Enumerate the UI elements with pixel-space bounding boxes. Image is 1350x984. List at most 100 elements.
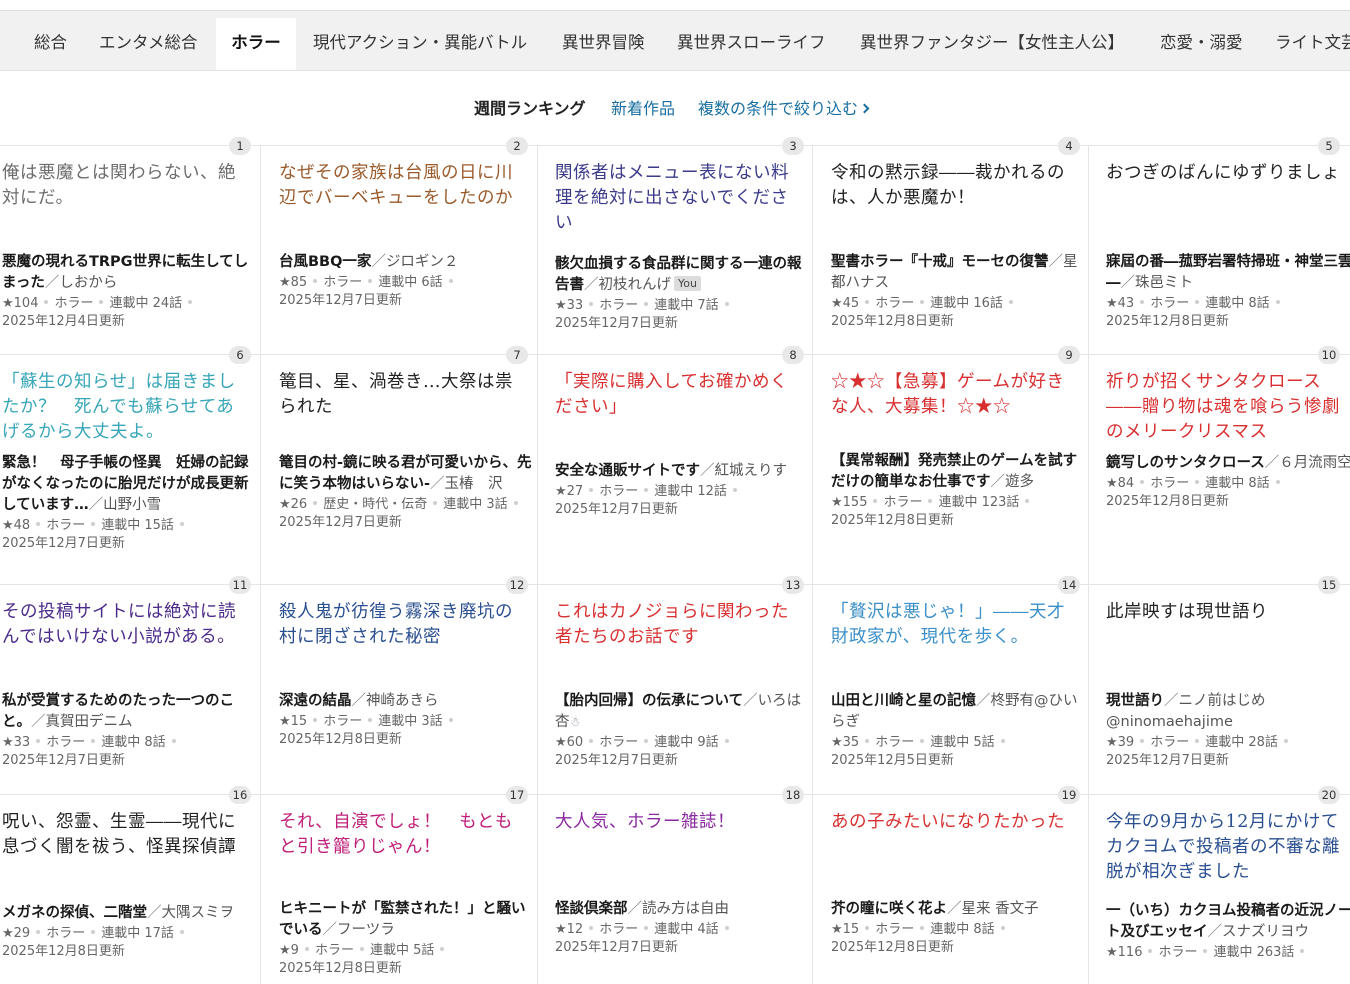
catchphrase-link[interactable]: 「蘇生の知らせ」は届きましたか？ 死んでも蘇らせてあげるから大丈夫よ。 <box>2 370 248 445</box>
work-title-link[interactable]: 深遠の結晶 <box>279 693 352 709</box>
catchphrase-link[interactable]: 今年の9月から12月にかけてカクヨムで投稿者の不審な離脱が相次ぎました <box>1106 810 1350 885</box>
work-title-link[interactable]: 【胎内回帰】の伝承について <box>555 693 743 709</box>
genre-label[interactable]: ホラー <box>1150 296 1189 311</box>
catchphrase-link[interactable]: なぜその家族は台風の日に川辺でバーベキューをしたのか <box>279 161 525 211</box>
serial-status: 連載中 3話 <box>443 497 508 512</box>
author-link[interactable]: 星来 香文子 <box>962 901 1039 917</box>
author-link[interactable]: 紅城えりす <box>715 463 788 479</box>
catchphrase-link[interactable]: 祈りが招くサンタクロース――贈り物は魂を喰らう惨劇のメリークリスマス <box>1106 370 1350 445</box>
catchphrase-link[interactable]: ☆★☆【急募】ゲームが好きな人、大募集！☆★☆ <box>831 370 1077 420</box>
work-title-link[interactable]: 鏡写しのサンタクロース <box>1106 455 1265 471</box>
genre-label[interactable]: 歴史・時代・伝奇 <box>323 497 427 512</box>
genre-label[interactable]: ホラー <box>1150 735 1189 750</box>
work-title-link[interactable]: 【異常報酬】発売禁止のゲームを試すだけの簡単なお仕事です <box>831 453 1077 490</box>
catchphrase-link[interactable]: あの子みたいになりたかった <box>831 810 1077 835</box>
author-link[interactable]: 玉椿 沢 <box>445 476 503 492</box>
rank-badge: 11 <box>229 576 251 594</box>
ranking-card[interactable]: 12 殺人鬼が彷徨う霧深き廃坑の村に閉ざされた秘密 深遠の結晶／神崎あきら ★15 ホラ… <box>279 576 541 786</box>
work-title-link[interactable]: 聖書ホラー『十戒』モーセの復讐 <box>831 254 1049 270</box>
ranking-card[interactable]: 19 あの子みたいになりたかった 芥の瞳に咲く花よ／星来 香文子 ★15 ホラー 連載中 … <box>831 786 1093 984</box>
author-link[interactable]: 大隅スミヲ <box>162 905 235 921</box>
catchphrase-link[interactable]: 「贅沢は悪じゃ！」――天才財政家が、現代を歩く。 <box>831 600 1077 650</box>
catchphrase-link[interactable]: 関係者はメニュー表にない料理を絶対に出さないでください <box>555 161 801 236</box>
genre-label[interactable]: ホラー <box>599 484 638 499</box>
author-link[interactable]: 真賀田デニム <box>46 714 133 730</box>
work-title-link[interactable]: 台風BBQ一家 <box>279 254 371 270</box>
catchphrase-link[interactable]: これはカノジョらに関わった者たちのお話です <box>555 600 801 650</box>
ranking-card[interactable]: 5 おつぎのばんにゆずりましょ 寐屆の番―菰野岩署特掃班・神堂三雲―／珠邑ミト ★43… <box>1106 137 1350 346</box>
genre-label[interactable]: ホラー <box>599 735 638 750</box>
ranking-card[interactable]: 9 ☆★☆【急募】ゲームが好きな人、大募集！☆★☆ 【異常報酬】発売禁止のゲームを試… <box>831 346 1093 576</box>
work-title-link[interactable]: 悪魔の現れるTRPG世界に転生してしまった <box>2 254 248 291</box>
author-link[interactable]: 読み方は自由 <box>642 901 729 917</box>
genre-label[interactable]: ホラー <box>599 298 638 313</box>
catchphrase-link[interactable]: その投稿サイトには絶対に読んではいけない小説がある。 <box>2 600 248 650</box>
genre-label[interactable]: ホラー <box>323 275 362 290</box>
catchphrase-link[interactable]: 「実際に購入してお確かめください」 <box>555 370 801 420</box>
catchphrase-link[interactable]: おつぎのばんにゆずりましょ <box>1106 161 1350 186</box>
author-link[interactable]: 遊多 <box>1005 474 1034 490</box>
catchphrase-link[interactable]: 令和の黙示録――裁かれるのは、人か悪魔か！ <box>831 161 1077 211</box>
work-meta: ★29 ホラー 連載中 17話 2025年12月8日更新 <box>2 925 258 961</box>
genre-label[interactable]: ホラー <box>599 922 638 937</box>
ranking-card[interactable]: 16 呪い、怨霊、生霊――現代に息づく闇を祓う、怪異探偵譚 メガネの探偵、二階堂／大… <box>2 786 264 984</box>
ranking-card[interactable]: 4 令和の黙示録――裁かれるのは、人か悪魔か！ 聖書ホラー『十戒』モーセの復讐／星都… <box>831 137 1093 346</box>
catchphrase-link[interactable]: 此岸映すは現世語り <box>1106 600 1350 625</box>
catchphrase-link[interactable]: 篭目、星、渦巻き…大祭は祟られた <box>279 370 525 420</box>
catchphrase-link[interactable]: 俺は悪魔とは関わらない、絶対にだ。 <box>2 161 248 211</box>
ranking-card[interactable]: 14 「贅沢は悪じゃ！」――天才財政家が、現代を歩く。 山田と川崎と星の記憶／柊野有… <box>831 576 1093 786</box>
ranking-card[interactable]: 7 篭目、星、渦巻き…大祭は祟られた 篭目の村-鏡に映る君が可愛いから、先に笑う本物… <box>279 346 541 576</box>
author-link[interactable]: 珠邑ミト <box>1135 275 1193 291</box>
ranking-card[interactable]: 11 その投稿サイトには絶対に読んではいけない小説がある。 私が受賞するためのたった… <box>2 576 264 786</box>
author-link[interactable]: 山野小雪 <box>103 497 161 513</box>
genre-label[interactable]: ホラー <box>323 714 362 729</box>
genre-label[interactable]: ホラー <box>875 735 914 750</box>
work-title-link[interactable]: 怪談倶楽部 <box>555 901 628 917</box>
genre-label[interactable]: ホラー <box>315 943 354 958</box>
work-stats: ★35 ホラー 連載中 5話 <box>831 734 1087 752</box>
catchphrase-link[interactable]: 呪い、怨霊、生霊――現代に息づく闇を祓う、怪異探偵譚 <box>2 810 248 860</box>
ranking-card[interactable]: 1 俺は悪魔とは関わらない、絶対にだ。 悪魔の現れるTRPG世界に転生してしまった／… <box>2 137 264 346</box>
genre-label[interactable]: ホラー <box>46 926 85 941</box>
genre-label[interactable]: ホラー <box>875 296 914 311</box>
ranking-card[interactable]: 15 此岸映すは現世語り 現世語り／ニノ前はじめ@ninomaehajime ★39 ホ… <box>1106 576 1350 786</box>
ranking-card[interactable]: 10 祈りが招くサンタクロース――贈り物は魂を喰らう惨劇のメリークリスマス 鏡写しの… <box>1106 346 1350 576</box>
work-title-link[interactable]: 山田と川崎と星の記憶 <box>831 693 976 709</box>
ranking-card[interactable]: 8 「実際に購入してお確かめください」 安全な通販サイトです／紅城えりす ★27 ホラー… <box>555 346 817 576</box>
genre-label[interactable]: ホラー <box>1158 945 1197 960</box>
author-link[interactable]: 初枝れんげ <box>599 277 672 293</box>
ranking-card[interactable]: 20 今年の9月から12月にかけてカクヨムで投稿者の不審な離脱が相次ぎました 一（い… <box>1106 786 1350 984</box>
genre-label[interactable]: ホラー <box>54 296 93 311</box>
ranking-card[interactable]: 3 関係者はメニュー表にない料理を絶対に出さないでください 骸欠血損する食品群に関す… <box>555 137 817 346</box>
work-title-link[interactable]: 現世語り <box>1106 693 1164 709</box>
author-link[interactable]: しおから <box>59 275 117 291</box>
work-info: 悪魔の現れるTRPG世界に転生してしまった／しおから <box>2 252 258 294</box>
catchphrase-link[interactable]: 殺人鬼が彷徨う霧深き廃坑の村に閉ざされた秘密 <box>279 600 525 650</box>
genre-label[interactable]: ホラー <box>875 922 914 937</box>
genre-label[interactable]: ホラー <box>1150 476 1189 491</box>
work-title-link[interactable]: メガネの探偵、二階堂 <box>2 905 147 921</box>
author-link[interactable]: フーツラ <box>337 922 395 938</box>
ranking-card[interactable]: 2 なぜその家族は台風の日に川辺でバーベキューをしたのか 台風BBQ一家／ジロギン２… <box>279 137 541 346</box>
rank-badge: 7 <box>506 346 528 364</box>
author-link[interactable]: スナズリヨウ <box>1222 924 1309 940</box>
author-link[interactable]: 神崎あきら <box>366 693 439 709</box>
author-separator: ／ <box>990 474 1006 490</box>
meta-dot <box>368 279 373 283</box>
genre-label[interactable]: ホラー <box>46 518 85 533</box>
ranking-card[interactable]: 18 大人気、ホラー雑誌！ 怪談倶楽部／読み方は自由 ★12 ホラー 連載中 4話 2025… <box>555 786 817 984</box>
ranking-card[interactable]: 6 「蘇生の知らせ」は届きましたか？ 死んでも蘇らせてあげるから大丈夫よ。 緊急！ … <box>2 346 264 576</box>
ranking-card[interactable]: 13 これはカノジョらに関わった者たちのお話です 【胎内回帰】の伝承について／いろは… <box>555 576 817 786</box>
work-title-link[interactable]: ヒキニートが「監禁された！」と騒いでいる <box>279 901 526 938</box>
author-separator: ／ <box>1207 924 1223 940</box>
author-link[interactable]: ジロギン２ <box>386 254 459 270</box>
catchphrase-link[interactable]: 大人気、ホラー雑誌！ <box>555 810 801 835</box>
work-meta: ★60 ホラー 連載中 9話 2025年12月7日更新 <box>555 734 811 770</box>
author-link[interactable]: ６月流雨空 <box>1279 455 1350 471</box>
work-title-link[interactable]: 芥の瞳に咲く花よ <box>831 901 947 917</box>
catchphrase-link[interactable]: それ、自演でしょ！ もともと引き籠りじゃん！ <box>279 810 525 860</box>
genre-label[interactable]: ホラー <box>883 495 922 510</box>
work-title-link[interactable]: 安全な通販サイトです <box>555 463 700 479</box>
genre-label[interactable]: ホラー <box>46 735 85 750</box>
ranking-card[interactable]: 17 それ、自演でしょ！ もともと引き籠りじゃん！ ヒキニートが「監禁された！」と騒… <box>279 786 541 984</box>
